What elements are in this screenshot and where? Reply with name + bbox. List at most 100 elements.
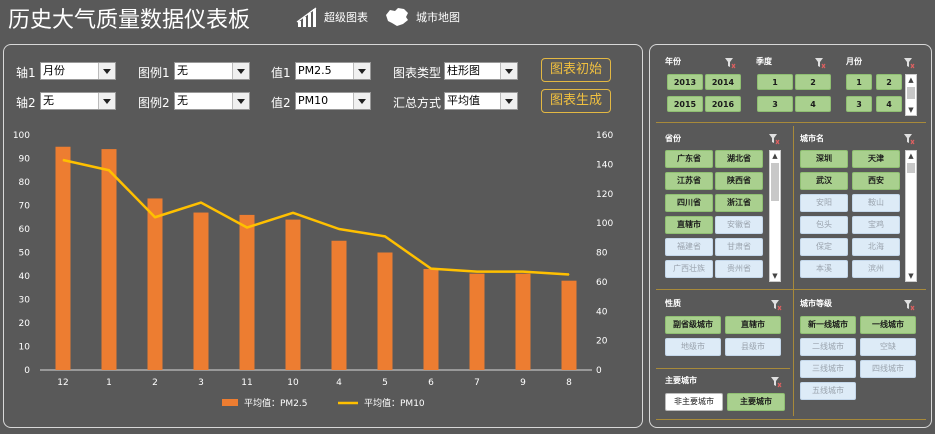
super-chart-button[interactable]: 超级图表 xyxy=(296,6,368,28)
quarter-chip[interactable]: 4 xyxy=(795,96,831,112)
clear-filter-icon[interactable] xyxy=(903,296,915,311)
month-chip[interactable]: 4 xyxy=(876,96,902,112)
nature-chip[interactable]: 地级市 xyxy=(665,338,721,356)
quarter-chip[interactable]: 3 xyxy=(757,96,793,112)
legend1-dropdown[interactable]: 无 xyxy=(174,62,250,80)
nature-chip[interactable]: 副省级城市 xyxy=(665,316,721,334)
line-point xyxy=(384,235,386,237)
province-chip[interactable]: 四川省 xyxy=(665,194,713,212)
bar xyxy=(515,273,531,370)
chart-type-dropdown[interactable]: 柱形图 xyxy=(444,62,518,80)
city-chip[interactable]: 深圳 xyxy=(800,150,848,168)
value1-label: 值1 xyxy=(271,66,291,80)
clear-filter-icon[interactable] xyxy=(724,54,736,69)
line-point xyxy=(246,227,248,229)
x-tick-label: 4 xyxy=(336,378,342,388)
line-point xyxy=(108,169,110,171)
city-level-chip[interactable]: 一线城市 xyxy=(860,316,916,334)
city-chip[interactable]: 鞍山 xyxy=(852,194,900,212)
value2-dropdown[interactable]: PM10 xyxy=(295,92,371,110)
y-left-tick-label: 10 xyxy=(19,343,31,353)
city-chip[interactable]: 宝鸡 xyxy=(852,216,900,234)
year-chip[interactable]: 2014 xyxy=(705,74,741,90)
province-chip[interactable]: 直辖市 xyxy=(665,216,713,234)
year-chip[interactable]: 2013 xyxy=(667,74,703,90)
month-chip[interactable]: 1 xyxy=(846,74,872,90)
chart-init-button[interactable]: 图表初始 xyxy=(541,58,611,82)
quarter-chip[interactable]: 2 xyxy=(795,74,831,90)
axis2-dropdown[interactable]: 无 xyxy=(40,92,116,110)
year-chip[interactable]: 2016 xyxy=(705,96,741,112)
y-left-tick-label: 90 xyxy=(19,155,31,165)
axis2-label: 轴2 xyxy=(16,96,36,110)
line-point xyxy=(476,271,478,273)
bar xyxy=(469,273,485,370)
province-chip[interactable]: 福建省 xyxy=(665,238,713,256)
province-chip[interactable]: 广东省 xyxy=(665,150,713,168)
line-point xyxy=(522,271,524,273)
bar xyxy=(147,198,163,370)
city-chip[interactable]: 天津 xyxy=(852,150,900,168)
major-city-chip[interactable]: 非主要城市 xyxy=(665,393,723,411)
city-chip[interactable]: 西安 xyxy=(852,172,900,190)
agg-dropdown[interactable]: 平均值 xyxy=(444,92,518,110)
province-chip[interactable]: 浙江省 xyxy=(715,194,763,212)
line-point xyxy=(154,216,156,218)
legend2-dropdown[interactable]: 无 xyxy=(174,92,250,110)
month-chip[interactable]: 2 xyxy=(876,74,902,90)
clear-filter-icon[interactable] xyxy=(768,130,780,145)
city-chip[interactable]: 武汉 xyxy=(800,172,848,190)
city-chip[interactable]: 安阳 xyxy=(800,194,848,212)
separator xyxy=(656,122,926,123)
city-level-chip[interactable]: 五线城市 xyxy=(800,382,856,400)
value1-dropdown[interactable]: PM2.5 xyxy=(295,62,371,80)
city-chip[interactable]: 本溪 xyxy=(800,260,848,278)
x-tick-label: 8 xyxy=(566,378,572,388)
city-chip[interactable]: 包头 xyxy=(800,216,848,234)
city-slicer-title: 城市名 xyxy=(800,134,824,143)
year-chip[interactable]: 2015 xyxy=(667,96,703,112)
province-chip[interactable]: 湖北省 xyxy=(715,150,763,168)
city-level-chip[interactable]: 新一线城市 xyxy=(800,316,856,334)
province-chip[interactable]: 陕西省 xyxy=(715,172,763,190)
nature-chip[interactable]: 直辖市 xyxy=(725,316,781,334)
combo-chart: 0 10 20 30 40 50 60 70 80 90 100 0 20 40 60 80 100 120 140… xyxy=(13,131,614,409)
month-chip[interactable]: 3 xyxy=(846,96,872,112)
vertical-scrollbar[interactable]: ▲ ▼ xyxy=(769,150,781,282)
y-left-tick-label: 50 xyxy=(19,249,31,259)
province-chip[interactable]: 甘肃省 xyxy=(715,238,763,256)
quarter-chip[interactable]: 1 xyxy=(757,74,793,90)
bar xyxy=(377,252,393,370)
y-right-tick-label: 120 xyxy=(596,190,613,200)
city-chip[interactable]: 北海 xyxy=(852,238,900,256)
chart-generate-button[interactable]: 图表生成 xyxy=(541,89,611,113)
x-tick-label: 7 xyxy=(474,378,480,388)
line-point xyxy=(568,274,570,276)
city-level-chip[interactable]: 空缺 xyxy=(860,338,916,356)
province-chip[interactable]: 安徽省 xyxy=(715,216,763,234)
vertical-scrollbar[interactable]: ▲ ▼ xyxy=(905,74,917,116)
axis1-dropdown[interactable]: 月份 xyxy=(40,62,116,80)
city-level-chip[interactable]: 四线城市 xyxy=(860,360,916,378)
clear-filter-icon[interactable] xyxy=(770,373,782,388)
x-tick-label: 9 xyxy=(520,378,526,388)
city-map-label: 城市地图 xyxy=(416,11,460,24)
city-level-chip[interactable]: 三线城市 xyxy=(800,360,856,378)
city-chip[interactable]: 滨州 xyxy=(852,260,900,278)
city-chip[interactable]: 保定 xyxy=(800,238,848,256)
clear-filter-icon[interactable] xyxy=(770,296,782,311)
province-chip[interactable]: 江苏省 xyxy=(665,172,713,190)
city-map-button[interactable]: 城市地图 xyxy=(384,6,460,28)
clear-filter-icon[interactable] xyxy=(814,54,826,69)
vertical-scrollbar[interactable]: ▲ ▼ xyxy=(905,150,917,282)
major-city-chip[interactable]: 主要城市 xyxy=(727,393,785,411)
clear-filter-icon[interactable] xyxy=(903,130,915,145)
clear-filter-icon[interactable] xyxy=(903,54,915,69)
nature-chip[interactable]: 县级市 xyxy=(725,338,781,356)
province-chip[interactable]: 广西壮族 xyxy=(665,260,713,278)
city-level-chip[interactable]: 二线城市 xyxy=(800,338,856,356)
quarter-slicer-title: 季度 xyxy=(756,57,772,66)
super-chart-label: 超级图表 xyxy=(324,11,368,24)
y-right-tick-label: 100 xyxy=(596,219,613,229)
province-chip[interactable]: 贵州省 xyxy=(715,260,763,278)
